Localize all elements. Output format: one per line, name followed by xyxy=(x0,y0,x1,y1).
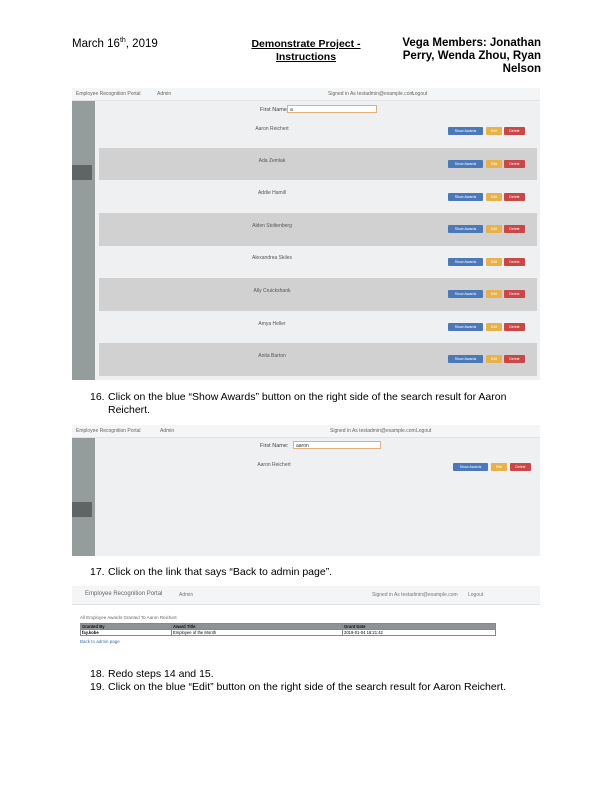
delete-button[interactable]: Delete xyxy=(504,160,525,168)
step-16: 16. Click on the blue “Show Awards” butt… xyxy=(90,391,535,417)
step-19: 19. Click on the blue “Edit” button on t… xyxy=(90,681,535,694)
show-awards-button[interactable]: Show Awards xyxy=(448,323,483,331)
delete-button[interactable]: Delete xyxy=(510,463,531,471)
table-cell: 2019-01-04 16:21:42 xyxy=(342,629,496,636)
admin-link[interactable]: Admin xyxy=(160,428,174,434)
step-number: 18. xyxy=(90,668,105,680)
result-name: Anita Barton xyxy=(258,353,286,359)
first-name-input[interactable]: a xyxy=(287,105,377,113)
signed-in-text: Signed in As testadmin@example.com xyxy=(330,428,416,434)
screenshot-awards-table: Employee Recognition Portal Admin Signed… xyxy=(72,586,540,648)
admin-link[interactable]: Admin xyxy=(157,91,171,97)
screenshot-single-result: Employee Recognition Portal Admin Signed… xyxy=(72,425,540,556)
step-number: 16. xyxy=(90,391,105,403)
portal-app-name[interactable]: Employee Recognition Portal xyxy=(85,591,162,597)
logout-link[interactable]: Logout xyxy=(416,428,431,434)
result-name: Ada Zemlak xyxy=(258,158,286,164)
logout-link[interactable]: Logout xyxy=(468,592,483,598)
result-name: Aaron Reichert xyxy=(255,126,289,132)
step-number: 19. xyxy=(90,681,105,693)
step-number: 17. xyxy=(90,566,105,578)
signed-in-text: Signed in As testadmin@example.com xyxy=(372,592,458,598)
awards-table: Granted By Award Title Grant Date fay.ko… xyxy=(80,623,496,636)
delete-button[interactable]: Delete xyxy=(504,225,525,233)
edit-button[interactable]: Edit xyxy=(486,225,502,233)
step-text: Click on the link that says “Back to adm… xyxy=(108,566,333,578)
show-awards-button[interactable]: Show Awards xyxy=(453,463,488,471)
screenshot-search-results: Employee Recognition Portal Admin Signed… xyxy=(72,88,540,380)
signed-in-text: Signed in As testadmin@example.com xyxy=(328,91,414,97)
portal-topbar: Employee Recognition Portal Admin Signed… xyxy=(72,425,540,438)
delete-button[interactable]: Delete xyxy=(504,290,525,298)
back-to-admin-link[interactable]: Back to admin page xyxy=(80,639,120,644)
table-row: fay.kobe Employee of the Month 2019-01-0… xyxy=(80,629,496,636)
team-members: Vega Members: Jonathan Perry, Wenda Zhou… xyxy=(402,37,541,75)
sidebar-active-block[interactable] xyxy=(72,502,92,517)
result-name: Amya Heller xyxy=(258,321,286,327)
show-awards-button[interactable]: Show Awards xyxy=(448,225,483,233)
step-text: Click on the blue “Show Awards” button o… xyxy=(108,391,507,416)
admin-link[interactable]: Admin xyxy=(179,592,193,598)
show-awards-button[interactable]: Show Awards xyxy=(448,258,483,266)
show-awards-button[interactable]: Show Awards xyxy=(448,127,483,135)
edit-button[interactable]: Edit xyxy=(486,323,502,331)
table-cell: fay.kobe xyxy=(80,629,172,636)
edit-button[interactable]: Edit xyxy=(491,463,507,471)
table-cell: Employee of the Month xyxy=(171,629,343,636)
delete-button[interactable]: Delete xyxy=(504,193,525,201)
portal-app-name[interactable]: Employee Recognition Portal xyxy=(76,428,140,434)
first-name-label: First Name: xyxy=(260,443,289,449)
show-awards-button[interactable]: Show Awards xyxy=(448,355,483,363)
edit-button[interactable]: Edit xyxy=(486,258,502,266)
first-name-label: First Name: xyxy=(260,107,289,113)
document-title: Demonstrate Project - Instructions xyxy=(251,38,361,63)
portal-app-name[interactable]: Employee Recognition Portal xyxy=(76,91,140,97)
step-17: 17. Click on the link that says “Back to… xyxy=(90,566,535,579)
first-name-input[interactable]: aaron xyxy=(293,441,381,449)
delete-button[interactable]: Delete xyxy=(504,127,525,135)
result-name: Alexandrea Skiles xyxy=(251,255,293,261)
logout-link[interactable]: Logout xyxy=(412,91,427,97)
sidebar-active-block[interactable] xyxy=(72,165,92,180)
delete-button[interactable]: Delete xyxy=(504,323,525,331)
step-text: Redo steps 14 and 15. xyxy=(108,668,214,680)
awards-caption: All Employee Awards Granted To Aaron Rei… xyxy=(80,615,177,620)
sidebar xyxy=(72,101,95,380)
edit-button[interactable]: Edit xyxy=(486,127,502,135)
result-name: Addie Hamill xyxy=(257,190,287,196)
delete-button[interactable]: Delete xyxy=(504,258,525,266)
sidebar xyxy=(72,438,95,556)
document-date: March 16th, 2019 xyxy=(72,37,158,50)
edit-button[interactable]: Edit xyxy=(486,355,502,363)
result-name: Alden Stoltenberg xyxy=(252,223,292,229)
step-text: Click on the blue “Edit” button on the r… xyxy=(108,681,507,693)
show-awards-button[interactable]: Show Awards xyxy=(448,160,483,168)
edit-button[interactable]: Edit xyxy=(486,290,502,298)
show-awards-button[interactable]: Show Awards xyxy=(448,193,483,201)
edit-button[interactable]: Edit xyxy=(486,160,502,168)
edit-button[interactable]: Edit xyxy=(486,193,502,201)
delete-button[interactable]: Delete xyxy=(504,355,525,363)
step-18: 18. Redo steps 14 and 15. xyxy=(90,668,535,681)
result-name: Ally Cruickshank xyxy=(253,288,291,294)
portal-topbar: Employee Recognition Portal Admin Signed… xyxy=(72,88,540,101)
portal-topbar: Employee Recognition Portal Admin Signed… xyxy=(72,586,540,605)
show-awards-button[interactable]: Show Awards xyxy=(448,290,483,298)
result-name: Aaron Reichert xyxy=(257,462,291,468)
